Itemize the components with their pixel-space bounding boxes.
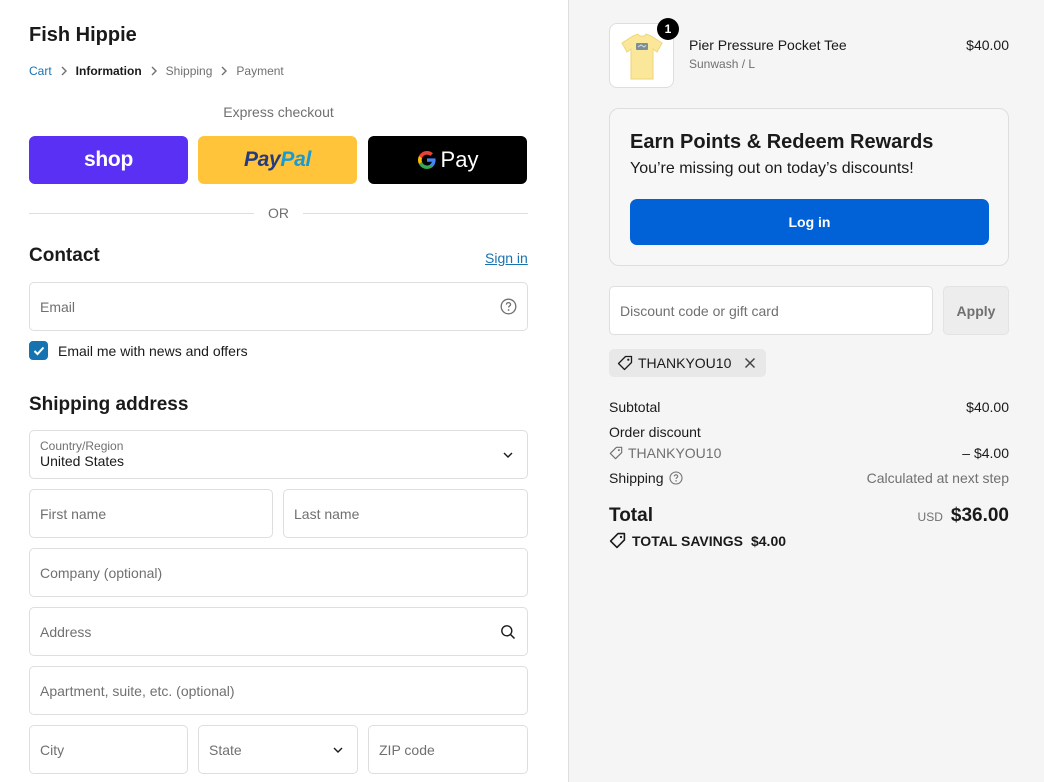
- divider-line: [303, 212, 528, 214]
- applied-code-label: THANKYOU10: [638, 355, 732, 371]
- google-pay-logo: Pay: [417, 147, 479, 173]
- email-field[interactable]: Email: [29, 282, 528, 331]
- contact-title: Contact: [29, 245, 100, 266]
- product-price: $40.00: [966, 37, 1009, 53]
- subtotal-value: $40.00: [966, 399, 1009, 415]
- paypal-logo-part2: Pal: [280, 148, 312, 171]
- discount-code-detail: THANKYOU10: [609, 445, 721, 461]
- total-savings-label: TOTAL SAVINGS: [632, 532, 743, 549]
- paypal-logo: PayPal: [244, 148, 311, 172]
- breadcrumb-cart[interactable]: Cart: [29, 64, 52, 78]
- order-discount-row: Order discount: [609, 424, 1009, 440]
- t-shirt-image: [620, 32, 663, 79]
- applied-discount-chip: THANKYOU10: [609, 349, 767, 377]
- shipping-label-group: Shipping: [609, 470, 683, 486]
- breadcrumb-shipping: Shipping: [165, 64, 213, 78]
- last-name-placeholder: Last name: [294, 505, 360, 522]
- subtotal-row: Subtotal $40.00: [609, 399, 1009, 415]
- zip-placeholder: ZIP code: [379, 741, 435, 758]
- news-offers-checkbox-row[interactable]: Email me with news and offers: [29, 341, 248, 360]
- rewards-title: Earn Points & Redeem Rewards: [630, 131, 934, 153]
- checkmark-icon: [33, 346, 44, 355]
- city-placeholder: City: [40, 741, 65, 758]
- chevron-down-icon: [499, 446, 517, 464]
- total-amount: $36.00: [950, 505, 1009, 526]
- shipping-address-title: Shipping address: [29, 394, 189, 415]
- state-select[interactable]: State: [198, 725, 358, 774]
- first-name-field[interactable]: First name: [29, 489, 273, 538]
- log-in-button[interactable]: Log in: [630, 199, 989, 245]
- google-g-icon: [417, 151, 436, 169]
- discount-placeholder: Discount code or gift card: [620, 302, 779, 319]
- zip-field[interactable]: ZIP code: [368, 725, 528, 774]
- company-placeholder: Company (optional): [40, 564, 163, 581]
- chevron-right-icon: [52, 66, 76, 76]
- rewards-subtitle: You’re missing out on today’s discounts!: [630, 160, 914, 177]
- sign-in-link[interactable]: Sign in: [485, 250, 528, 266]
- checkout-form-panel: Fish Hippie Cart Information Shipping Pa…: [0, 0, 568, 782]
- address-placeholder: Address: [40, 623, 92, 640]
- chevron-right-icon: [142, 66, 166, 76]
- apartment-placeholder: Apartment, suite, etc. (optional): [40, 682, 235, 699]
- chevron-down-icon: [329, 741, 347, 759]
- discount-code-input[interactable]: Discount code or gift card: [609, 286, 933, 335]
- quantity-badge: 1: [657, 18, 679, 40]
- total-savings-value: $4.00: [750, 532, 787, 549]
- google-pay-button[interactable]: Pay: [368, 136, 527, 184]
- total-row: Total USD $36.00: [609, 505, 1009, 527]
- product-variant: Sunwash / L: [689, 57, 756, 71]
- or-label: OR: [268, 205, 289, 221]
- city-field[interactable]: City: [29, 725, 188, 774]
- shop-pay-button[interactable]: shop: [29, 136, 188, 184]
- discount-code-text: THANKYOU10: [628, 445, 722, 461]
- tag-icon: [609, 446, 623, 460]
- express-checkout-label: Express checkout: [223, 104, 334, 120]
- apartment-field[interactable]: Apartment, suite, etc. (optional): [29, 666, 528, 715]
- news-offers-label: Email me with news and offers: [58, 342, 248, 359]
- discount-code-row: THANKYOU10 – $4.00: [609, 445, 1009, 461]
- country-select[interactable]: Country/Region United States: [29, 430, 528, 479]
- shipping-row: Shipping Calculated at next step: [609, 470, 1009, 486]
- total-savings-row: TOTAL SAVINGS $4.00: [609, 532, 786, 549]
- product-name: Pier Pressure Pocket Tee: [689, 37, 847, 53]
- email-placeholder: Email: [40, 298, 76, 315]
- company-field[interactable]: Company (optional): [29, 548, 528, 597]
- paypal-button[interactable]: PayPal: [198, 136, 357, 184]
- subtotal-label: Subtotal: [609, 399, 661, 415]
- total-label: Total: [609, 505, 653, 526]
- last-name-field[interactable]: Last name: [283, 489, 528, 538]
- shipping-value: Calculated at next step: [866, 470, 1009, 486]
- paypal-logo-part1: Pay: [243, 148, 281, 171]
- order-discount-label: Order discount: [609, 424, 701, 440]
- apply-discount-button[interactable]: Apply: [943, 286, 1009, 335]
- chevron-right-icon: [212, 66, 236, 76]
- tag-icon: [609, 532, 626, 549]
- shop-pay-logo: shop: [84, 148, 133, 171]
- address-field[interactable]: Address: [29, 607, 528, 656]
- help-circle-icon[interactable]: [499, 298, 517, 316]
- total-amount-group: USD $36.00: [918, 505, 1009, 527]
- country-label: Country/Region: [40, 439, 124, 453]
- currency-code: USD: [917, 510, 943, 524]
- breadcrumb-information: Information: [75, 64, 142, 78]
- rewards-card: Earn Points & Redeem Rewards You’re miss…: [609, 108, 1009, 266]
- breadcrumb-payment: Payment: [236, 64, 284, 78]
- store-name[interactable]: Fish Hippie: [29, 24, 137, 47]
- remove-discount-icon[interactable]: [740, 353, 760, 373]
- or-divider: OR: [29, 204, 528, 222]
- tag-icon: [617, 355, 633, 371]
- news-offers-checkbox[interactable]: [29, 341, 48, 360]
- google-pay-label: Pay: [440, 147, 479, 172]
- help-circle-icon[interactable]: [668, 471, 683, 485]
- country-value: United States: [40, 453, 125, 469]
- state-placeholder: State: [209, 741, 242, 758]
- shipping-label: Shipping: [609, 470, 664, 486]
- breadcrumb: Cart Information Shipping Payment: [29, 64, 284, 78]
- discount-value: – $4.00: [962, 445, 1009, 461]
- search-icon: [499, 623, 517, 641]
- first-name-placeholder: First name: [40, 505, 107, 522]
- divider-line: [29, 212, 254, 214]
